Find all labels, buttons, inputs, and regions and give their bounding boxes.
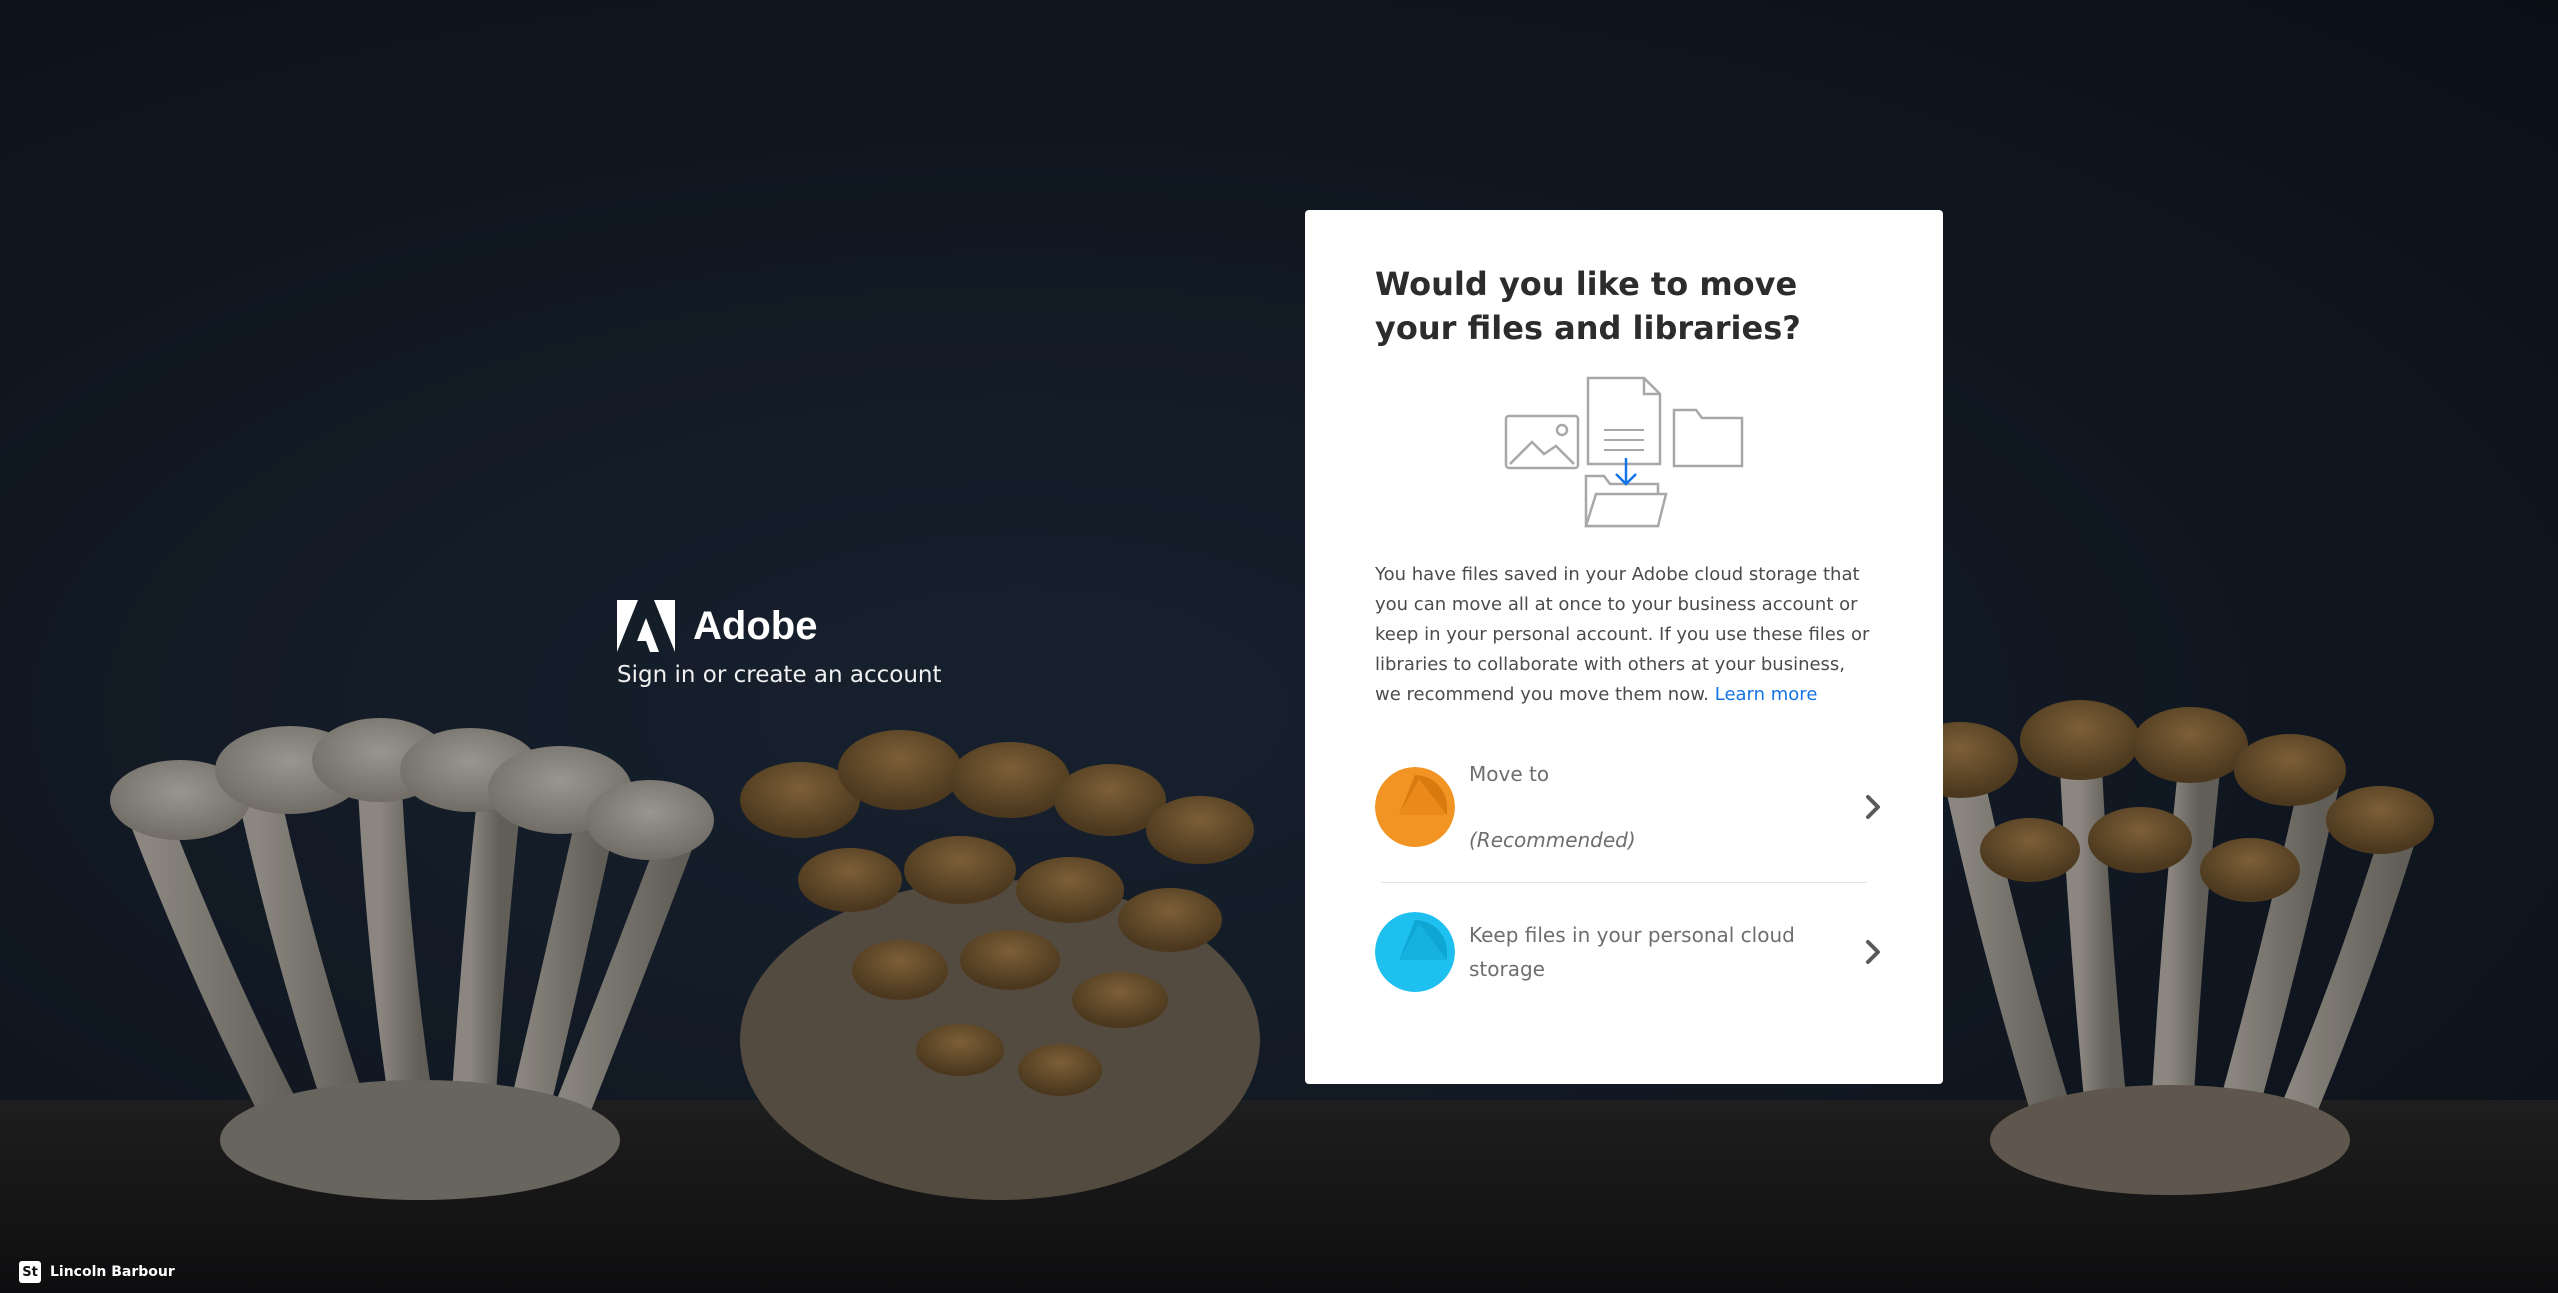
chevron-right-icon — [1866, 795, 1880, 819]
move-to-business-option[interactable]: Move to (Recommended) — [1375, 762, 1880, 852]
dialog-description: You have files saved in your Adobe cloud… — [1375, 560, 1873, 710]
move-to-label: Move to — [1469, 762, 1550, 786]
options-divider — [1381, 882, 1867, 883]
move-to-option-text: Move to (Recommended) — [1469, 757, 1829, 857]
photo-credit[interactable]: St Lincoln Barbour — [19, 1261, 175, 1283]
move-files-dialog: Would you like to move your files and li… — [1305, 210, 1943, 1084]
files-move-illustration — [1504, 376, 1744, 528]
brand-tagline: Sign in or create an account — [617, 662, 942, 688]
brand-row: Adobe — [617, 600, 942, 652]
personal-account-avatar — [1375, 912, 1455, 992]
mushrooms-photo — [0, 0, 2558, 1293]
chevron-right-icon — [1866, 940, 1880, 964]
brand-block: Adobe Sign in or create an account — [617, 600, 942, 688]
recommended-label: (Recommended) — [1469, 828, 1636, 852]
learn-more-link[interactable]: Learn more — [1715, 684, 1818, 705]
photographer-name: Lincoln Barbour — [50, 1264, 175, 1280]
adobe-stock-badge-icon: St — [19, 1261, 41, 1283]
dialog-title: Would you like to move your files and li… — [1375, 265, 1801, 347]
brand-name: Adobe — [693, 603, 818, 648]
background-photo — [0, 0, 2558, 1293]
keep-personal-option[interactable]: Keep files in your personal cloud storag… — [1375, 911, 1880, 993]
business-account-avatar — [1375, 767, 1455, 847]
keep-personal-text: Keep files in your personal cloud storag… — [1469, 923, 1795, 981]
adobe-logo-icon — [617, 600, 675, 652]
